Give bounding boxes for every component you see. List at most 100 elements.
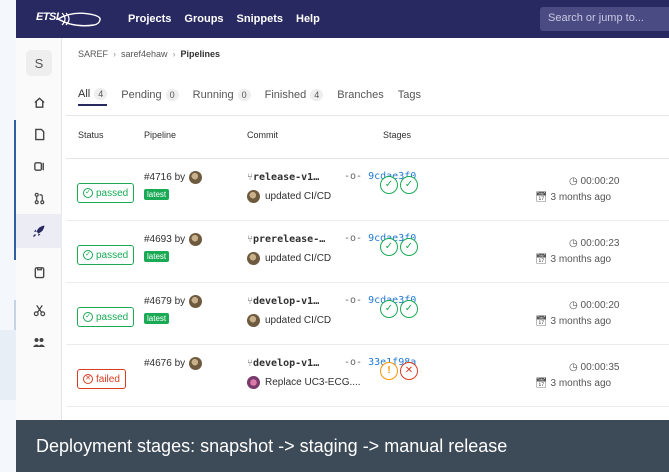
tab-pending[interactable]: Pending 0 <box>121 78 179 106</box>
stage-success-icon[interactable]: ✓ <box>400 238 418 256</box>
commit-message: Replace UC3-ECG.... <box>247 376 361 389</box>
top-navbar: ETSI Projects Groups Snippets Help Searc… <box>16 0 669 38</box>
stages-group: ✓ ✓ <box>380 300 418 318</box>
pipeline-id[interactable]: #4679 by <box>144 295 203 308</box>
stage-success-icon[interactable]: ✓ <box>380 300 398 318</box>
branch-link[interactable]: ⑂develop-v1… <box>247 296 319 307</box>
status-badge[interactable]: ✕ failed <box>77 369 126 389</box>
breadcrumb-group[interactable]: SAREF <box>78 49 108 59</box>
tab-branches[interactable]: Branches <box>337 78 383 106</box>
branch-name: release-v1… <box>253 172 320 183</box>
tab-label: Finished <box>264 89 307 101</box>
pipeline-id[interactable]: #4693 by <box>144 233 203 246</box>
breadcrumb-project[interactable]: saref4ehaw <box>121 49 168 59</box>
breadcrumb-current[interactable]: Pipelines <box>181 49 221 59</box>
column-header-status: Status <box>78 130 104 140</box>
stage-failed-icon[interactable]: ✕ <box>400 362 418 380</box>
pipeline-id-text: #4679 by <box>144 296 186 307</box>
commit-message-text[interactable]: updated CI/CD <box>265 253 331 264</box>
latest-badge: latest <box>144 251 170 262</box>
commit-author-avatar[interactable] <box>247 190 260 203</box>
tabs-divider <box>66 115 669 116</box>
slide-shade <box>0 330 16 400</box>
home-icon[interactable] <box>29 92 49 112</box>
branch-name: develop-v1… <box>253 358 320 369</box>
tab-finished[interactable]: Finished 4 <box>265 78 324 106</box>
pipeline-id[interactable]: #4716 by <box>144 171 203 184</box>
calendar-icon: 📅︎ <box>535 254 548 265</box>
stages-group: ! ✕ <box>380 362 418 380</box>
merge-request-icon[interactable] <box>29 188 49 208</box>
project-avatar[interactable]: S <box>26 50 52 76</box>
nav-projects[interactable]: Projects <box>128 13 171 25</box>
commit-message: updated CI/CD <box>247 314 331 327</box>
finished-time: 📅︎ 3 months ago <box>535 316 611 327</box>
finished-time: 📅︎ 3 months ago <box>535 192 611 203</box>
nav-help[interactable]: Help <box>296 13 320 25</box>
user-avatar[interactable] <box>189 171 203 184</box>
commit-message-text[interactable]: updated CI/CD <box>265 315 331 326</box>
commit-author-avatar[interactable] <box>247 252 260 265</box>
calendar-icon: 📅︎ <box>535 316 548 327</box>
pipeline-id-text: #4716 by <box>144 172 186 183</box>
gitlab-window: ETSI Projects Groups Snippets Help Searc… <box>16 0 669 472</box>
stage-warning-icon[interactable]: ! <box>380 362 398 380</box>
tab-running[interactable]: Running 0 <box>193 78 251 106</box>
stage-success-icon[interactable]: ✓ <box>400 300 418 318</box>
status-label: passed <box>96 311 129 323</box>
document-icon[interactable] <box>29 124 49 144</box>
clock-icon: ◷ <box>569 238 578 249</box>
column-header-stages: Stages <box>383 130 412 140</box>
project-sidebar: S <box>16 38 62 472</box>
tab-label: Branches <box>337 89 384 101</box>
members-icon[interactable] <box>29 332 49 352</box>
tab-count: 4 <box>310 89 324 101</box>
branch-link[interactable]: ⑂release-v1… <box>247 172 319 183</box>
tab-count: 0 <box>237 89 251 101</box>
commit-message-text[interactable]: updated CI/CD <box>265 191 331 202</box>
logo-swoosh-icon <box>56 12 101 27</box>
branch-name: prerelease-… <box>253 234 326 245</box>
duration: ◷ 00:00:23 <box>569 238 619 249</box>
rocket-icon[interactable] <box>29 221 49 241</box>
status-label: failed <box>96 373 120 385</box>
status-badge[interactable]: ✓ passed <box>77 183 135 203</box>
finished-text: 3 months ago <box>550 192 612 203</box>
scissors-icon[interactable] <box>29 300 49 320</box>
commit-icon: -o- <box>344 171 363 182</box>
commit-message: updated CI/CD <box>247 190 331 203</box>
slide-edge <box>0 0 16 472</box>
branch-link[interactable]: ⑂develop-v1… <box>247 358 319 369</box>
status-badge[interactable]: ✓ passed <box>77 245 135 265</box>
clipboard-icon[interactable] <box>29 262 49 282</box>
commit-author-avatar[interactable] <box>247 314 260 327</box>
stage-success-icon[interactable]: ✓ <box>380 238 398 256</box>
calendar-icon: 📅︎ <box>535 378 548 389</box>
clock-icon: ◷ <box>569 300 578 311</box>
user-avatar[interactable] <box>189 357 203 370</box>
search-input[interactable]: Search or jump to... <box>540 7 669 31</box>
status-badge[interactable]: ✓ passed <box>77 307 135 327</box>
commit-message: updated CI/CD <box>247 252 331 265</box>
stages-group: ✓ ✓ <box>380 176 418 194</box>
stage-success-icon[interactable]: ✓ <box>400 176 418 194</box>
commit-author-avatar[interactable] <box>247 376 260 389</box>
etsi-logo[interactable]: ETSI <box>34 9 104 29</box>
tab-tags[interactable]: Tags <box>398 78 421 106</box>
issues-icon[interactable] <box>29 156 49 176</box>
branch-link[interactable]: ⑂prerelease-… <box>247 234 325 245</box>
user-avatar[interactable] <box>189 295 203 308</box>
user-avatar[interactable] <box>189 233 203 246</box>
commit-icon: -o- <box>344 357 363 368</box>
tab-count: 0 <box>165 89 179 101</box>
duration-text: 00:00:20 <box>580 300 620 311</box>
table-row: ✓ passed #4716 by latest ⑂release-v1… -o… <box>66 159 669 221</box>
tab-all[interactable]: All 4 <box>78 78 108 106</box>
nav-snippets[interactable]: Snippets <box>237 13 283 25</box>
pipeline-tabs: All 4 Pending 0 Running 0 Finished 4 Bra… <box>78 78 421 108</box>
stage-success-icon[interactable]: ✓ <box>380 176 398 194</box>
nav-groups[interactable]: Groups <box>184 13 223 25</box>
table-row: ✓ passed #4679 by latest ⑂develop-v1… -o… <box>66 283 669 345</box>
commit-message-text[interactable]: Replace UC3-ECG.... <box>265 377 361 388</box>
pipeline-id[interactable]: #4676 by <box>144 357 203 370</box>
